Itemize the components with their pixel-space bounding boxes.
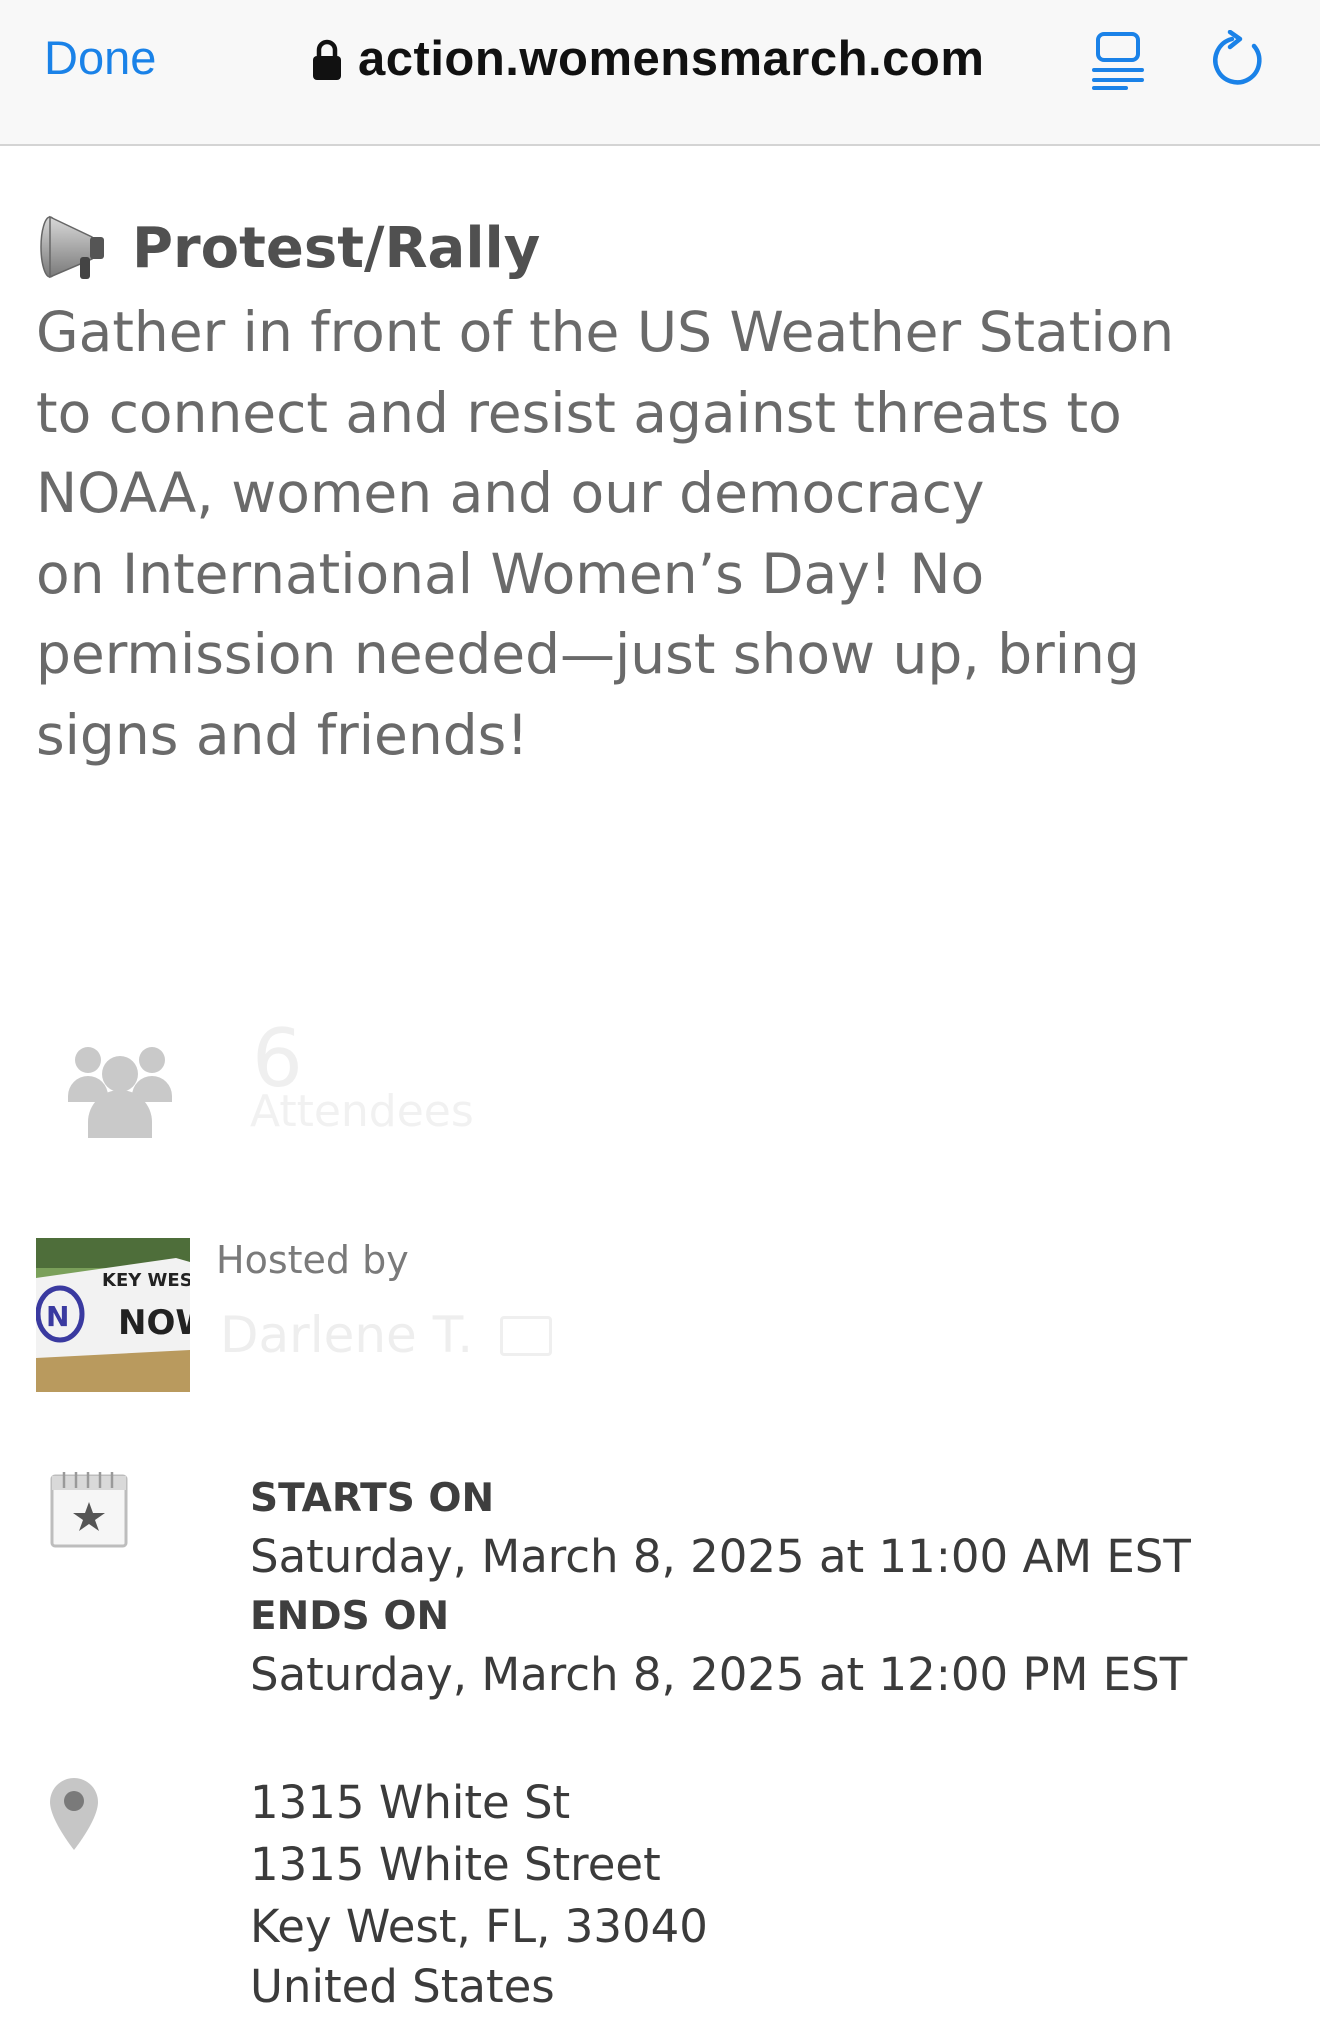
attendees-label[interactable]: Attendees [250, 1086, 474, 1137]
event-type: Protest/Rally [40, 208, 540, 288]
calendar-icon [50, 1472, 128, 1548]
hosted-by-label: Hosted by [216, 1238, 409, 1282]
people-icon [68, 1047, 172, 1138]
host-avatar[interactable]: N KEY WEST NOW [36, 1238, 190, 1392]
message-icon[interactable] [500, 1316, 552, 1356]
address-line-3[interactable]: Key West, FL, 33040 [250, 1900, 708, 1953]
browser-toolbar: Done action.womensmarch.com [0, 0, 1320, 146]
svg-text:NOW: NOW [118, 1303, 190, 1343]
url-text: action.womensmarch.com [358, 32, 985, 86]
address-line-4[interactable]: United States [250, 1960, 555, 2013]
reader-mode-icon[interactable] [1090, 30, 1146, 90]
address-line-2[interactable]: 1315 White Street [250, 1838, 661, 1891]
svg-text:KEY WEST: KEY WEST [102, 1270, 190, 1291]
svg-text:N: N [46, 1300, 69, 1333]
ends-on-value: Saturday, March 8, 2025 at 12:00 PM EST [250, 1648, 1188, 1701]
event-type-label: Protest/Rally [132, 215, 541, 281]
event-description: Gather in front of the US Weather Statio… [36, 300, 1175, 767]
map-pin-icon [50, 1778, 98, 1850]
address-bar[interactable]: action.womensmarch.com [312, 26, 984, 92]
done-button[interactable]: Done [44, 30, 156, 85]
starts-on-label: STARTS ON [250, 1476, 495, 1521]
host-name[interactable]: Darlene T. [220, 1306, 473, 1364]
ends-on-label: ENDS ON [250, 1594, 450, 1639]
megaphone-icon [40, 215, 104, 279]
lock-icon [313, 39, 341, 80]
starts-on-value: Saturday, March 8, 2025 at 11:00 AM EST [250, 1530, 1191, 1583]
reload-icon[interactable] [1210, 30, 1270, 90]
address-line-1[interactable]: 1315 White St [250, 1776, 570, 1829]
